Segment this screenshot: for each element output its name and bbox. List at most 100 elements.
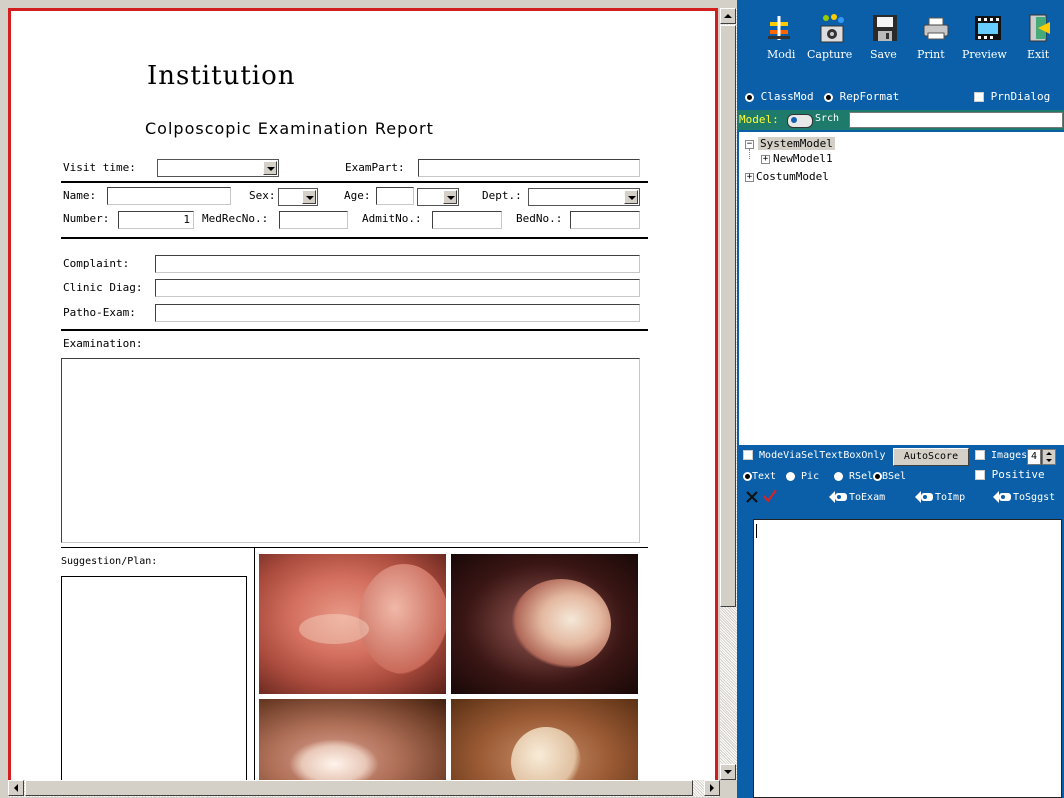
expand-icon[interactable]: + [745,173,754,182]
tree-new-model[interactable]: NewModel1 [773,152,833,165]
positive-label: Positive [991,468,1045,481]
to-exam-button[interactable]: ToExam [829,491,885,503]
toolbar-modi-label[interactable]: Modi [767,48,795,61]
toolbar-capture-label[interactable]: Capture [807,48,852,61]
preview-icon[interactable] [973,12,1003,44]
tree-costum-model[interactable]: CostumModel [756,170,829,183]
vertical-scroll-thumb[interactable] [720,25,736,607]
admit-field[interactable] [432,211,502,229]
print-icon[interactable] [921,12,951,44]
text-radio[interactable]: Text [743,471,776,482]
patho-exam-label: Patho-Exam: [63,306,136,319]
examination-textarea[interactable] [61,358,640,543]
checkbox-icon [743,450,753,460]
bed-field[interactable] [570,211,640,229]
age-unit-dropdown[interactable] [417,188,459,206]
dept-label: Dept.: [482,189,522,202]
toolbar-save-label[interactable]: Save [870,48,897,61]
report-page: Institution Colposcopic Examination Repo… [8,8,718,780]
visit-time-dropdown[interactable] [157,159,279,177]
tree-line [749,149,751,159]
radio-icon [834,471,843,481]
pic-radio-label: Pic [801,471,820,482]
radio-selected-icon [745,92,754,102]
to-imp-button[interactable]: ToImp [915,491,965,503]
number-field[interactable]: 1 [118,211,194,229]
expand-icon[interactable]: + [761,155,770,164]
clear-icon[interactable] [745,490,759,504]
radio-selected-icon [743,471,752,481]
checkmark-icon[interactable] [762,488,778,504]
images-count-input[interactable]: 4 [1027,449,1041,465]
age-field[interactable] [376,187,414,205]
bed-label: BedNo.: [516,212,563,225]
exit-icon[interactable] [1024,12,1054,44]
radio-selected-icon [873,471,882,481]
text-radio-label: Text [752,471,777,482]
institution-title: Institution [147,61,296,91]
examination-label: Examination: [63,337,143,350]
toolbar-preview-label[interactable]: Preview [962,48,1007,61]
arrow-left-icon [14,784,18,792]
model-label: Model: [739,113,779,126]
clinic-diag-field[interactable] [155,279,640,297]
colposcopy-image-2 [451,554,638,694]
suggestion-textarea[interactable] [61,576,247,780]
vertical-scrollbar[interactable] [720,8,737,780]
images-label: Images [991,450,1028,461]
toolbar-print-label[interactable]: Print [917,48,945,61]
chevron-down-icon[interactable] [302,190,316,204]
images-spinner[interactable] [1042,449,1056,465]
spinner-arrows-icon [1046,452,1052,462]
colposcopy-image-4 [451,699,638,780]
radio-icon [786,471,795,481]
complaint-field[interactable] [155,255,640,273]
medrec-field[interactable] [279,211,348,229]
horizontal-scrollbar[interactable] [8,780,720,797]
chevron-down-icon[interactable] [624,190,638,204]
scroll-left-button[interactable] [8,780,24,796]
rsel-radio[interactable]: RSel [834,471,873,482]
to-exam-label: ToExam [849,492,886,503]
scroll-right-button[interactable] [704,780,720,796]
dept-dropdown[interactable] [528,188,640,206]
repformat-radio[interactable]: RepFormat [824,90,899,103]
name-field[interactable] [107,187,231,205]
pic-radio[interactable]: Pic [786,471,819,482]
clinic-diag-label: Clinic Diag: [63,281,143,294]
sex-label: Sex: [249,189,276,202]
toggle-icon[interactable] [787,114,813,128]
capture-icon[interactable] [817,12,847,44]
positive-checkbox[interactable]: Positive [975,468,1045,481]
report-pane: Institution Colposcopic Examination Repo… [0,0,737,798]
prndialog-checkbox[interactable]: PrnDialog [974,90,1050,103]
sex-dropdown[interactable] [278,188,318,206]
chevron-down-icon[interactable] [263,161,277,175]
prndialog-label: PrnDialog [990,90,1051,103]
age-label: Age: [344,189,371,202]
exam-part-field[interactable] [418,159,640,177]
scroll-up-button[interactable] [720,8,736,24]
patho-exam-field[interactable] [155,304,640,322]
transfer-arrow-icon [993,491,1011,503]
to-sggst-button[interactable]: ToSggst [993,491,1055,503]
save-icon[interactable] [870,12,900,44]
report-title: Colposcopic Examination Report [145,119,434,138]
modify-icon[interactable] [764,12,794,44]
exam-part-label: ExamPart: [345,161,405,174]
model-search-input[interactable] [849,112,1063,128]
horizontal-scroll-thumb[interactable] [25,780,693,796]
phrase-textarea[interactable] [753,519,1062,798]
scroll-corner [720,780,737,798]
toolbar-exit-label[interactable]: Exit [1027,48,1049,61]
arrow-down-icon [724,770,732,774]
classmod-radio[interactable]: ClassMod [745,90,814,103]
collapse-icon[interactable]: − [745,140,754,149]
scroll-down-button[interactable] [720,764,736,780]
modevia-checkbox[interactable]: ModeViaSelTextBoxOnly [743,450,885,461]
autoscore-button[interactable]: AutoScore [893,448,969,466]
images-checkbox[interactable]: Images [975,450,1027,461]
chevron-down-icon[interactable] [443,190,457,204]
bsel-radio[interactable]: BSel [873,471,906,482]
tree-system-model[interactable]: SystemModel [758,137,835,150]
